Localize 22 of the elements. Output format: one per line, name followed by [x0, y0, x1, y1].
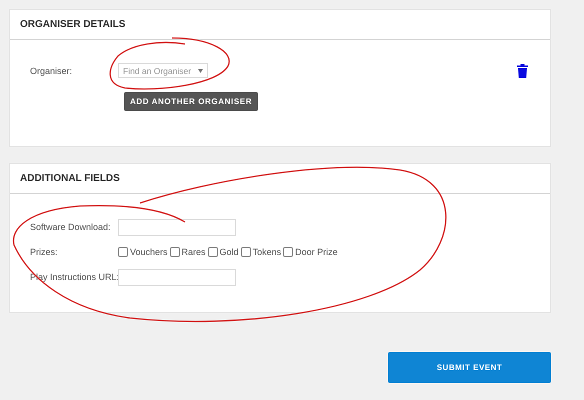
checkbox[interactable]	[283, 247, 294, 257]
caret-icon	[198, 68, 203, 72]
checkbox-label: Rares	[182, 247, 206, 257]
organiser-select[interactable]: Find an Organiser	[118, 63, 208, 78]
checkbox[interactable]	[170, 247, 180, 257]
input-field[interactable]	[118, 268, 236, 286]
field-label: Organiser:	[30, 66, 74, 76]
input-field[interactable]	[118, 218, 236, 236]
section-title: ADDITIONAL FIELDS	[20, 173, 120, 184]
checkbox-label: Door Prize	[295, 247, 338, 257]
add-organiser-button[interactable]: ADD ANOTHER ORGANISER	[124, 92, 258, 111]
checkbox[interactable]	[118, 247, 128, 257]
trash-icon[interactable]	[517, 64, 528, 78]
field-label: Prizes:	[30, 247, 59, 257]
section-title: ORGANISER DETAILS	[20, 19, 126, 30]
checkbox-label: Vouchers	[130, 247, 168, 257]
checkbox[interactable]	[208, 247, 218, 257]
checkbox-label: Tokens	[252, 247, 282, 257]
submit-button[interactable]: SUBMIT EVENT	[388, 352, 551, 383]
field-label: Software Download:	[30, 222, 112, 232]
checkbox[interactable]	[240, 247, 251, 257]
checkbox-label: Gold	[220, 247, 239, 257]
